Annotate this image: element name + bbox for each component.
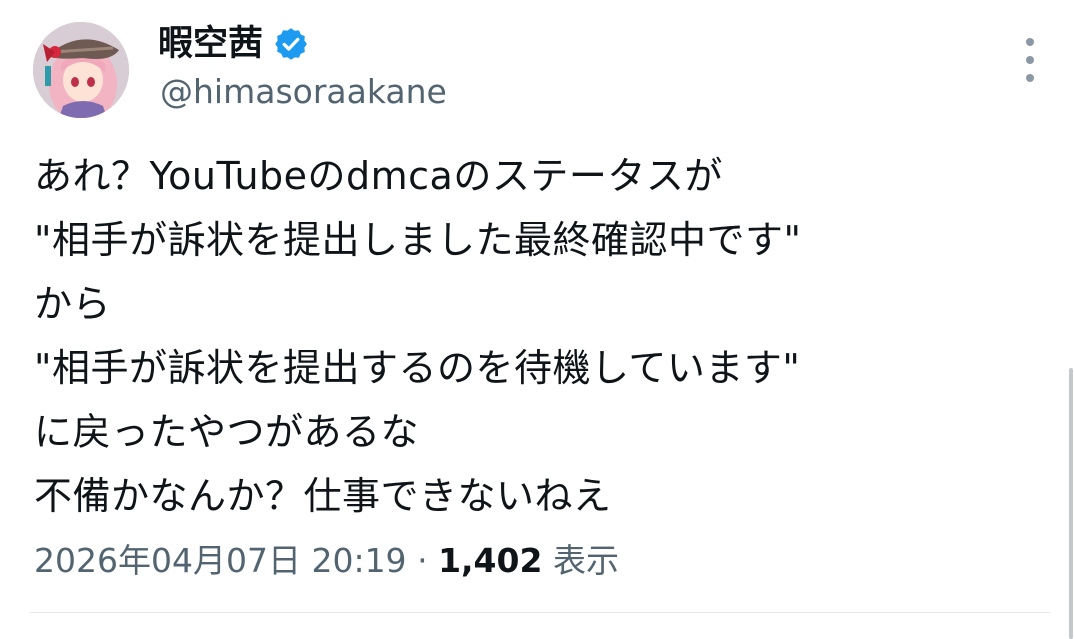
tweet-text-line: "相手が訴状を提出しました最終確認中です" [34, 218, 802, 262]
tweet-text-line: あれ？YouTubeのdmcaのステータスが [34, 154, 723, 198]
tweet-text-line: に戻ったやつがあるな [34, 410, 420, 454]
scrollbar[interactable] [1069, 368, 1073, 639]
meta-separator: · [417, 541, 428, 580]
more-vertical-icon [1026, 56, 1034, 64]
author-name-row: 暇空茜 [158, 20, 309, 68]
author-handle[interactable]: @himasoraakane [160, 70, 447, 114]
tweet-text-line: "相手が訴状を提出するのを待機しています" [34, 346, 801, 390]
tweet-text: あれ？YouTubeのdmcaのステータスが "相手が訴状を提出しました最終確認… [34, 144, 1044, 528]
tweet-meta: 2026年04月07日 20:19 · 1,402 表示 [34, 537, 619, 585]
tweet-timestamp[interactable]: 2026年04月07日 20:19 [34, 541, 407, 580]
views-label: 表示 [552, 541, 619, 580]
tweet-text-line: 不備かなんか？仕事できないねえ [34, 474, 612, 518]
more-vertical-icon [1026, 74, 1034, 82]
tweet-text-line: から [34, 282, 112, 326]
tweet: 暇空茜 @himasoraakane あれ？YouTubeのdmcaのステータス… [0, 0, 1074, 639]
avatar[interactable] [33, 22, 129, 118]
avatar-anime-girl-icon [33, 22, 129, 118]
more-vertical-icon [1026, 38, 1034, 46]
views-count: 1,402 [438, 541, 543, 580]
more-options-button[interactable] [1016, 38, 1044, 82]
verified-badge-icon [273, 26, 309, 62]
divider [30, 612, 1050, 613]
display-name[interactable]: 暇空茜 [158, 20, 263, 68]
